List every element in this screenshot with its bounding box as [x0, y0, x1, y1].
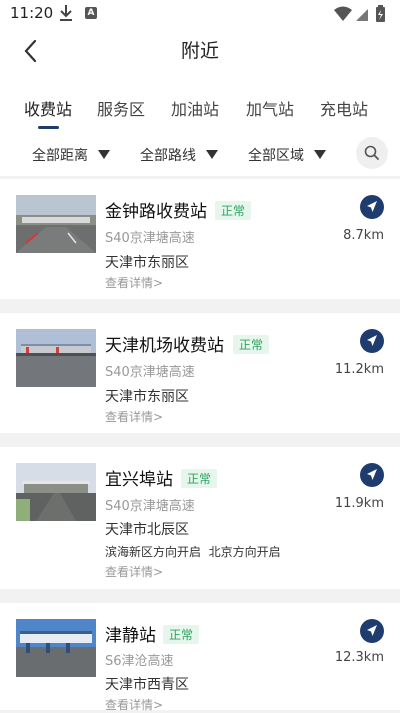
- distance: 11.2km: [334, 362, 384, 377]
- navigation-arrow-icon: [367, 335, 377, 346]
- tab-gas-station[interactable]: 加油站: [171, 96, 219, 120]
- page-title: 附近: [180, 40, 219, 62]
- tab-toll-station[interactable]: 收费站: [24, 96, 72, 120]
- region-filter[interactable]: 全部区域: [248, 145, 326, 165]
- tab-cng-station[interactable]: 加气站: [246, 96, 294, 120]
- download-icon: [60, 5, 72, 21]
- dropdown-arrow-icon: [314, 150, 326, 159]
- list-item[interactable]: 天津机场收费站 正常 S40京津塘高速 天津市东丽区 查看详情> 11.2km: [0, 313, 400, 433]
- toll-station-photo: [16, 619, 96, 677]
- system-status-icons: [334, 5, 385, 22]
- route-filter-label: 全部路线: [140, 148, 196, 164]
- view-details-link[interactable]: 查看详情>: [105, 408, 163, 425]
- navigate-button[interactable]: [360, 329, 384, 353]
- navigate-button[interactable]: [360, 195, 384, 219]
- tab-charging-station[interactable]: 充电站: [320, 96, 368, 120]
- app-header: 附近: [0, 28, 400, 74]
- status-badge: 正常: [215, 201, 252, 220]
- district: 天津市北辰区: [105, 522, 189, 538]
- search-icon: [364, 145, 379, 160]
- road-name: S6津沧高速: [105, 654, 174, 669]
- toll-station-photo: [16, 195, 96, 253]
- dropdown-arrow-icon: [98, 150, 110, 159]
- list-item[interactable]: 金钟路收费站 正常 S40京津塘高速 天津市东丽区 查看详情> 8.7km: [0, 179, 400, 299]
- station-name: 天津机场收费站: [105, 336, 224, 356]
- navigation-arrow-icon: [367, 201, 377, 212]
- route-filter[interactable]: 全部路线: [140, 145, 218, 165]
- district: 天津市东丽区: [105, 389, 189, 405]
- wifi-icon: [334, 6, 352, 21]
- region-filter-label: 全部区域: [248, 148, 304, 164]
- signal-icon: [356, 9, 368, 21]
- list-item[interactable]: 宜兴埠站 正常 S40京津塘高速 天津市北辰区 滨海新区方向开启 北京方向开启 …: [0, 447, 400, 589]
- search-button[interactable]: [356, 137, 388, 169]
- view-details-link[interactable]: 查看详情>: [105, 563, 163, 580]
- station-name: 宜兴埠站: [105, 470, 173, 490]
- dropdown-arrow-icon: [206, 150, 218, 159]
- toll-station-photo: [16, 463, 96, 521]
- distance-filter[interactable]: 全部距离: [32, 145, 110, 165]
- road-name: S40京津塘高速: [105, 365, 195, 380]
- view-details-link[interactable]: 查看详情>: [105, 274, 163, 291]
- toll-station-photo: [16, 329, 96, 387]
- distance: 8.7km: [343, 228, 384, 243]
- status-badge: 正常: [163, 625, 200, 644]
- status-badge: 正常: [233, 335, 270, 354]
- status-bar: 11:20 A: [0, 0, 400, 28]
- status-time: 11:20: [10, 4, 54, 22]
- distance: 11.9km: [334, 496, 384, 511]
- navigation-arrow-icon: [367, 469, 377, 480]
- distance-filter-label: 全部距离: [32, 148, 88, 164]
- road-name: S40京津塘高速: [105, 499, 195, 514]
- road-name: S40京津塘高速: [105, 231, 195, 246]
- notification-app-icon: A: [85, 7, 97, 19]
- category-tabs: 收费站 服务区 加油站 加气站 充电站: [0, 74, 400, 130]
- direction-status: 滨海新区方向开启 北京方向开启: [105, 545, 281, 559]
- district: 天津市西青区: [105, 677, 189, 693]
- tab-service-area[interactable]: 服务区: [97, 96, 145, 120]
- list-item[interactable]: 津静站 正常 S6津沧高速 天津市西青区 查看详情> 12.3km: [0, 603, 400, 713]
- navigate-button[interactable]: [360, 619, 384, 643]
- station-name: 金钟路收费站: [105, 202, 207, 222]
- navigation-arrow-icon: [367, 625, 377, 636]
- navigate-button[interactable]: [360, 463, 384, 487]
- station-name: 津静站: [105, 626, 156, 646]
- status-badge: 正常: [181, 469, 218, 488]
- filter-bar: 全部距离 全部路线 全部区域: [0, 130, 400, 176]
- district: 天津市东丽区: [105, 255, 189, 271]
- view-details-link[interactable]: 查看详情>: [105, 696, 163, 713]
- active-tab-indicator: [38, 126, 59, 129]
- distance: 12.3km: [334, 650, 384, 665]
